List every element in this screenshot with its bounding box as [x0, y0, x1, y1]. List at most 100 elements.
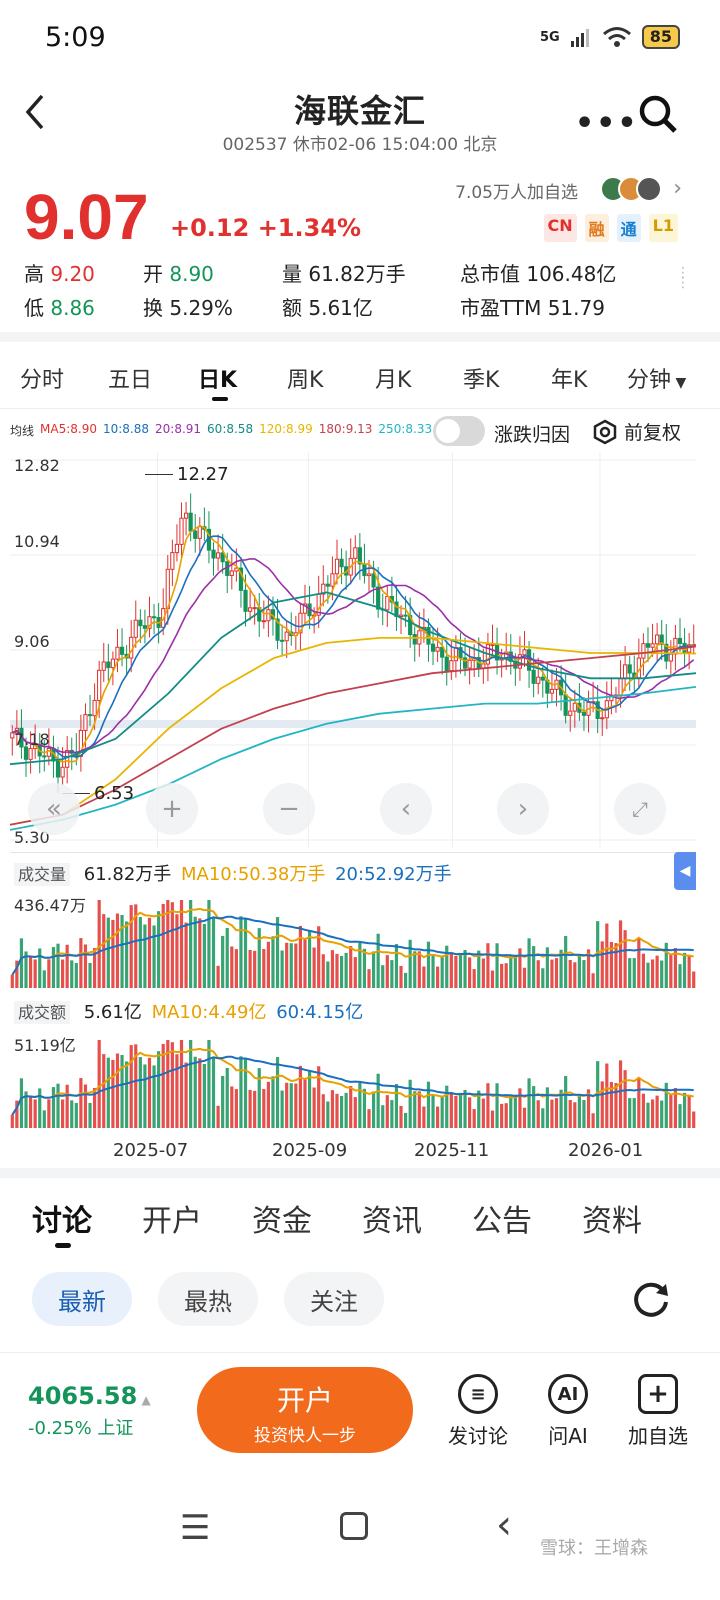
collapse-panel-button[interactable]: ◀: [674, 852, 696, 890]
volume-bar: [266, 941, 270, 988]
scroll-right-button[interactable]: ›: [497, 783, 549, 835]
amount-bar: [454, 1096, 458, 1128]
search-button[interactable]: [636, 92, 680, 140]
volume-bar: [490, 970, 495, 988]
open-account-button[interactable]: 开户 投资快人一步: [197, 1367, 413, 1453]
chevron-right-icon[interactable]: ›: [673, 176, 682, 201]
follower-avatars[interactable]: [600, 176, 662, 202]
amount-bar: [687, 1095, 691, 1128]
ma-item: 20:8.91: [155, 422, 202, 436]
back-nav-button[interactable]: ‹: [496, 1502, 512, 1548]
double-chevron-left-icon: «: [46, 794, 62, 824]
amount-bar: [381, 1105, 385, 1128]
volume-bar: [577, 955, 581, 988]
index-ticker[interactable]: 4065.58 ▲ -0.25% 上证: [28, 1382, 151, 1440]
volume-bar: [97, 900, 101, 988]
amount-bar: [38, 1088, 42, 1128]
add-watchlist-label: 加自选: [628, 1424, 688, 1448]
zoom-out-button[interactable]: −: [263, 783, 315, 835]
amount-bar: [266, 1081, 270, 1128]
volume-bar: [330, 950, 335, 988]
post-discussion-button[interactable]: ≡ 发讨论: [442, 1374, 514, 1449]
minus-icon: −: [278, 794, 300, 824]
home-nav-button[interactable]: [340, 1512, 368, 1540]
volume-bar: [614, 943, 618, 988]
volume-bar: [285, 942, 289, 988]
price-tick: 7.18: [14, 730, 50, 749]
amount-bar: [97, 1040, 101, 1128]
filter-hot[interactable]: 最热: [158, 1272, 258, 1326]
volume-bar: [10, 974, 14, 988]
tab-daily-k[interactable]: 日K: [198, 362, 237, 394]
tab-discussion[interactable]: 讨论: [32, 1196, 92, 1240]
tab-yearly-k[interactable]: 年K: [551, 362, 587, 394]
tab-weekly-k[interactable]: 周K: [287, 362, 323, 394]
amount-bar: [591, 1113, 595, 1128]
volume-bar: [417, 951, 421, 988]
tab-minute[interactable]: 分钟 ▼: [627, 362, 686, 394]
attribution-label: 涨跌归因: [494, 424, 571, 446]
tab-five-day[interactable]: 五日: [108, 362, 152, 394]
tab-profile[interactable]: 资料: [582, 1196, 642, 1240]
attribution-toggle[interactable]: [433, 416, 485, 446]
candle-body: [490, 644, 495, 647]
volume-bar: [381, 965, 385, 988]
scroll-start-button[interactable]: «: [28, 783, 80, 835]
ma-item: MA5:8.90: [40, 422, 97, 436]
follower-count[interactable]: 7.05万人加自选: [455, 178, 578, 203]
tab-announcement[interactable]: 公告: [472, 1196, 532, 1240]
amount-bar: [536, 1100, 540, 1128]
adjust-button[interactable]: 前复权: [592, 418, 681, 445]
tab-news[interactable]: 资讯: [362, 1196, 422, 1240]
open-account-label: 开户: [276, 1384, 333, 1417]
tab-monthly-k[interactable]: 月K: [375, 362, 411, 394]
amount-bar: [19, 1078, 24, 1128]
menu-nav-button[interactable]: ☰: [180, 1508, 210, 1548]
filter-latest[interactable]: 最新: [32, 1272, 132, 1326]
candle-body: [467, 659, 472, 669]
tab-quarterly-k[interactable]: 季K: [463, 362, 499, 394]
tab-open-account[interactable]: 开户: [142, 1196, 202, 1240]
more-button[interactable]: •••: [575, 106, 639, 141]
volume-bar: [179, 900, 184, 988]
filter-following[interactable]: 关注: [284, 1272, 384, 1326]
volume-bar: [239, 916, 243, 988]
volume-bar: [38, 948, 42, 988]
zoom-in-button[interactable]: +: [146, 783, 198, 835]
candle-body: [677, 637, 683, 644]
candle-body: [197, 526, 202, 539]
tab-intraday[interactable]: 分时: [20, 362, 64, 394]
badge-l1: L1: [648, 214, 678, 242]
amount-bar: [472, 1109, 476, 1128]
amount-bar: [115, 1053, 120, 1128]
volume-bar: [440, 955, 444, 988]
fullscreen-button[interactable]: ⤢: [614, 783, 666, 835]
amount-bar: [326, 1101, 330, 1128]
current-price: 9.07: [24, 181, 149, 253]
amount-bar: [47, 1099, 51, 1128]
add-watchlist-button[interactable]: + 加自选: [622, 1374, 694, 1449]
ask-ai-button[interactable]: AI 问AI: [532, 1374, 604, 1449]
expand-stats-icon[interactable]: ⋮ ⋮: [676, 266, 690, 290]
candle-body: [655, 634, 660, 645]
volume-bar: [289, 943, 293, 988]
scroll-left-button[interactable]: ‹: [380, 783, 432, 835]
volume-bar: [33, 959, 37, 988]
tab-capital[interactable]: 资金: [252, 1196, 312, 1240]
amount-bar: [371, 1091, 376, 1128]
ma-item: 250:8.33: [378, 422, 433, 436]
chevron-right-icon: ›: [517, 794, 529, 824]
volume-bar: [641, 953, 646, 988]
candle-body: [142, 625, 148, 629]
amount-bar: [33, 1099, 37, 1128]
candle-body: [101, 661, 106, 671]
amount-ma10: MA10:4.49亿: [151, 1002, 267, 1023]
amount-bar: [367, 1109, 371, 1128]
amount-bar: [28, 1097, 33, 1128]
candle-body: [133, 619, 138, 638]
candle-body: [266, 609, 271, 622]
amount-bar: [335, 1093, 339, 1128]
volume-bar: [454, 956, 458, 988]
adjust-label: 前复权: [624, 422, 682, 444]
refresh-button[interactable]: [630, 1278, 672, 1324]
